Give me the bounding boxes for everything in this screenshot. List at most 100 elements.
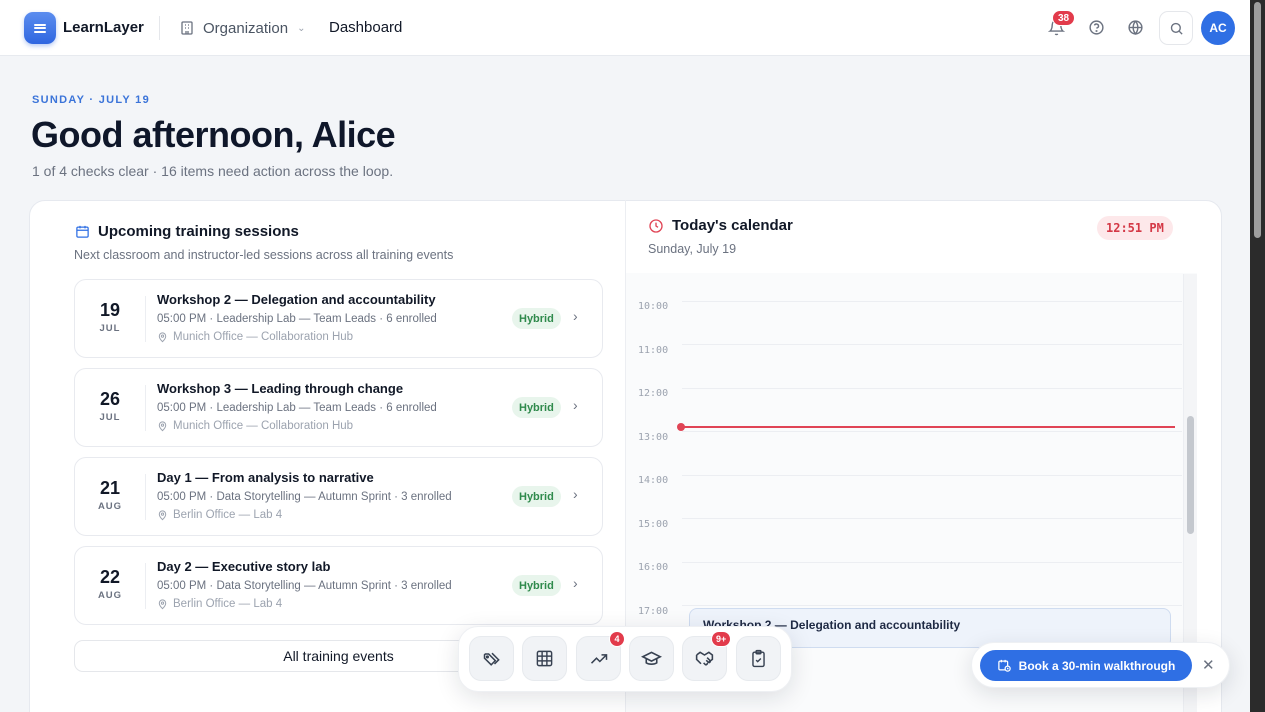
calendar-header: Today's calendar	[648, 217, 793, 234]
session-title: Day 1 — From analysis to narrative	[157, 470, 374, 485]
handshake-icon	[695, 651, 714, 666]
session-location-text: Munich Office — Collaboration Hub	[173, 420, 354, 432]
hour-label: 10:00	[638, 301, 669, 312]
session-date-divider	[145, 563, 146, 609]
search-button[interactable]	[1159, 11, 1193, 45]
session-title: Day 2 — Executive story lab	[157, 559, 331, 574]
clipboard-check-icon	[752, 649, 765, 668]
session-card[interactable]: 19 JUL Workshop 2 — Delegation and accou…	[74, 279, 603, 358]
hour-label: 13:00	[638, 432, 669, 443]
hour-gridline	[682, 562, 1182, 563]
calendar-title: Today's calendar	[672, 217, 793, 234]
session-day: 22	[99, 567, 121, 587]
organization-switcher[interactable]: Organization ⌄	[179, 17, 305, 39]
dock-trends-badge: 4	[609, 631, 625, 647]
sessions-subtitle: Next classroom and instructor-led sessio…	[74, 248, 454, 262]
session-meta: 05:00 PM · Data Storytelling — Autumn Sp…	[157, 580, 452, 592]
book-walkthrough-button[interactable]: Book a 30-min walkthrough	[980, 650, 1192, 681]
hour-gridline	[682, 518, 1182, 519]
hour-gridline	[682, 388, 1182, 389]
hour-label: 14:00	[638, 475, 669, 486]
tags-icon	[483, 652, 500, 666]
hour-label: 11:00	[638, 345, 669, 356]
session-card[interactable]: 22 AUG Day 2 — Executive story lab 05:00…	[74, 546, 603, 625]
calendar-date: Sunday, July 19	[648, 242, 737, 256]
session-card[interactable]: 21 AUG Day 1 — From analysis to narrativ…	[74, 457, 603, 536]
session-card[interactable]: 26 JUL Workshop 3 — Leading through chan…	[74, 368, 603, 447]
hour-label: 17:00	[638, 606, 669, 617]
dock-learning-button[interactable]	[629, 636, 674, 681]
map-pin-icon	[158, 598, 167, 609]
hour-gridline	[682, 344, 1182, 345]
dock-tags-button[interactable]	[469, 636, 514, 681]
clock-icon	[649, 218, 663, 233]
page-scrollbar-thumb[interactable]	[1254, 2, 1261, 238]
session-location: Munich Office — Collaboration Hub	[157, 420, 353, 432]
breadcrumb-dashboard[interactable]: Dashboard	[329, 19, 402, 36]
trending-up-icon	[590, 653, 607, 664]
session-location: Berlin Office — Lab 4	[157, 598, 282, 610]
current-time-line	[683, 426, 1175, 428]
session-mode-badge: Hybrid	[512, 397, 561, 418]
current-time-dot	[677, 423, 685, 431]
hour-gridline	[682, 475, 1182, 476]
dock-table-button[interactable]	[522, 636, 567, 681]
close-icon[interactable]: ✕	[1202, 656, 1215, 674]
session-meta: 05:00 PM · Leadership Lab — Team Leads ·…	[157, 313, 437, 325]
hour-label: 15:00	[638, 519, 669, 530]
session-day: 21	[99, 478, 121, 498]
globe-icon	[1127, 19, 1143, 35]
organization-label: Organization	[203, 19, 289, 37]
session-mode-badge: Hybrid	[512, 575, 561, 596]
avatar[interactable]: AC	[1201, 11, 1235, 45]
menu-button[interactable]	[24, 12, 56, 44]
session-mode-badge: Hybrid	[512, 308, 561, 329]
session-month: JUL	[99, 412, 121, 423]
session-date-divider	[145, 385, 146, 431]
hour-label: 16:00	[638, 562, 669, 573]
chevron-down-icon: ⌄	[297, 22, 306, 34]
help-circle-icon	[1088, 19, 1104, 35]
notifications-badge: 38	[1052, 10, 1076, 26]
topbar-divider	[159, 16, 160, 40]
chevron-right-icon[interactable]: ›	[573, 575, 578, 591]
session-month: AUG	[97, 501, 123, 512]
session-date-divider	[145, 474, 146, 520]
help-button[interactable]	[1085, 16, 1107, 38]
sessions-header: Upcoming training sessions	[75, 223, 299, 240]
table-icon	[536, 650, 553, 667]
sessions-title: Upcoming training sessions	[98, 223, 299, 240]
dock-tasks-button[interactable]	[736, 636, 781, 681]
session-month: JUL	[99, 323, 121, 334]
chevron-right-icon[interactable]: ›	[573, 486, 578, 502]
menu-icon	[34, 22, 46, 34]
chevron-right-icon[interactable]: ›	[573, 308, 578, 324]
graduation-cap-icon	[641, 651, 662, 665]
calendar-icon	[76, 225, 89, 238]
session-location: Munich Office — Collaboration Hub	[157, 331, 353, 343]
date-eyebrow: SUNDAY · JULY 19	[32, 94, 151, 106]
map-pin-icon	[158, 509, 167, 520]
session-month: AUG	[97, 590, 123, 601]
map-pin-icon	[158, 331, 167, 342]
status-summary: 1 of 4 checks clear · 16 items need acti…	[32, 163, 394, 179]
dock-partners-badge: 9+	[711, 631, 732, 647]
hour-gridline	[682, 431, 1182, 432]
session-day: 26	[99, 389, 121, 409]
session-location-text: Munich Office — Collaboration Hub	[173, 331, 354, 343]
language-button[interactable]	[1124, 16, 1146, 38]
hour-gridline	[682, 605, 1182, 606]
session-location-text: Berlin Office — Lab 4	[173, 598, 283, 610]
session-title: Workshop 3 — Leading through change	[157, 381, 404, 396]
session-date-divider	[145, 296, 146, 342]
calendar-scrollbar-thumb[interactable]	[1187, 416, 1194, 534]
session-day: 19	[99, 300, 121, 320]
session-title: Workshop 2 — Delegation and accountabili…	[157, 292, 436, 307]
hour-gridline	[682, 301, 1182, 302]
session-location: Berlin Office — Lab 4	[157, 509, 282, 521]
session-meta: 05:00 PM · Leadership Lab — Team Leads ·…	[157, 402, 437, 414]
session-location-text: Berlin Office — Lab 4	[173, 509, 283, 521]
brand-name: LearnLayer	[63, 19, 144, 36]
chevron-right-icon[interactable]: ›	[573, 397, 578, 413]
calendar-clock-icon	[997, 659, 1011, 672]
